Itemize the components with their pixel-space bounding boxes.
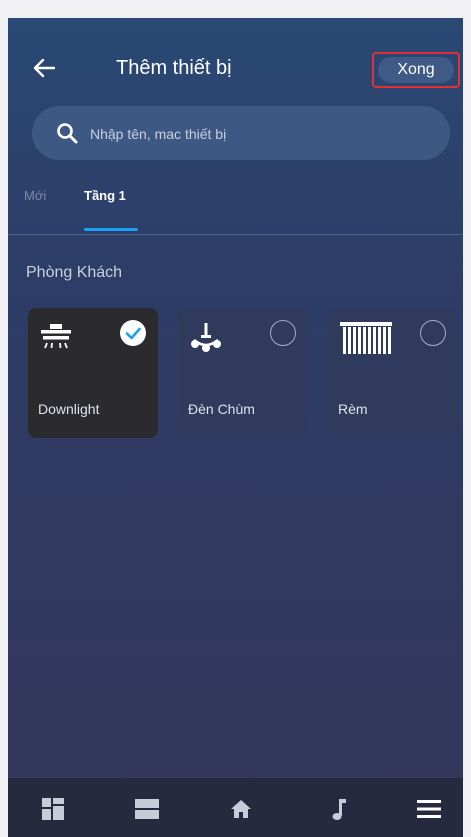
- tab-floor-1[interactable]: Tầng 1: [84, 188, 126, 203]
- nav-dashboard[interactable]: [38, 796, 68, 822]
- dashboard-grid-icon: [42, 798, 64, 820]
- done-button[interactable]: Xong: [372, 52, 460, 88]
- list-rows-icon: [135, 799, 159, 819]
- home-icon: [231, 800, 251, 818]
- device-card-curtain[interactable]: Rèm: [328, 308, 458, 438]
- device-label: Đèn Chùm: [188, 401, 255, 417]
- device-label: Rèm: [338, 401, 368, 417]
- done-button-label: Xong: [378, 57, 454, 83]
- header: Thêm thiết bị Xong: [8, 18, 463, 118]
- unselected-circle-icon[interactable]: [420, 320, 446, 346]
- nav-menu[interactable]: [414, 796, 444, 822]
- bottom-nav: [8, 778, 463, 837]
- music-note-icon: [332, 799, 346, 820]
- room-title: Phòng Khách: [26, 264, 123, 281]
- search-input[interactable]: [88, 106, 432, 162]
- divider: [8, 234, 463, 235]
- unselected-circle-icon[interactable]: [270, 320, 296, 346]
- tab-new[interactable]: Mới: [24, 188, 46, 203]
- search-bar[interactable]: [32, 106, 450, 162]
- device-card-chandelier[interactable]: Đèn Chùm: [178, 308, 308, 438]
- device-label: Downlight: [38, 401, 100, 417]
- device-card-downlight[interactable]: Downlight: [28, 308, 158, 438]
- nav-music[interactable]: [324, 796, 354, 822]
- arrow-left-icon: [33, 58, 55, 78]
- nav-home[interactable]: [226, 796, 256, 822]
- active-tab-indicator: [84, 228, 138, 231]
- menu-icon: [417, 800, 441, 818]
- curtain-icon: [340, 322, 392, 354]
- selected-check-icon[interactable]: [120, 320, 146, 346]
- app-screen: Thêm thiết bị Xong Mới Tầng 1 Phòng Khác…: [8, 18, 463, 837]
- downlight-icon: [41, 324, 71, 349]
- search-icon: [57, 123, 78, 144]
- page-title: Thêm thiết bị: [116, 57, 232, 79]
- floor-tabs: Mới Tầng 1: [8, 178, 463, 234]
- back-button[interactable]: [30, 54, 58, 82]
- nav-list[interactable]: [132, 796, 162, 822]
- chandelier-icon: [191, 323, 221, 352]
